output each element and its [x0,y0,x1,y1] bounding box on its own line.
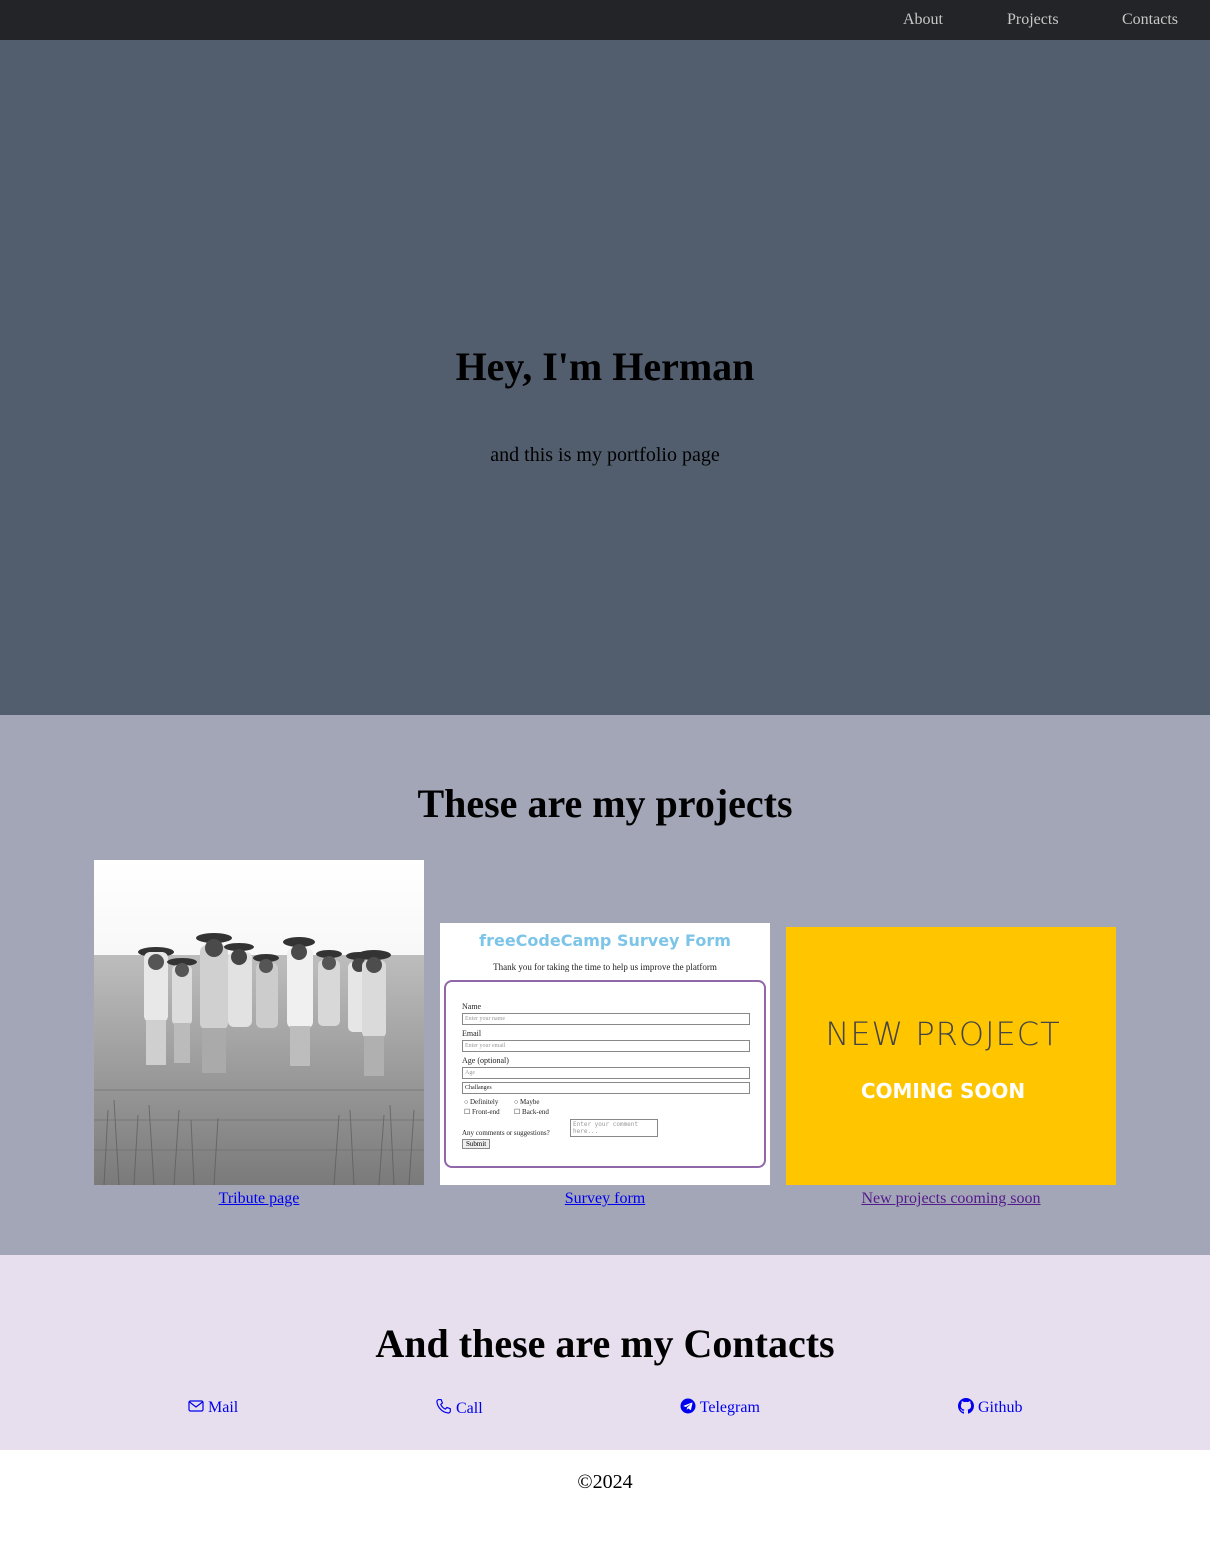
survey-preview-description: Thank you for taking the time to help us… [493,962,717,972]
nav-link-projects[interactable]: Projects [1007,11,1059,29]
survey-preview-radio-1-label: Definitely [469,1098,499,1106]
coming-soon-banner[interactable]: NEW PROJECT COMING SOON [786,927,1116,1185]
contact-link-telegram[interactable]: Telegram [680,1398,760,1418]
contact-link-github[interactable]: Github [958,1398,1022,1418]
contact-label-github: Github [978,1399,1023,1416]
projects-heading: These are my projects [417,781,793,826]
welcome-heading: Hey, I'm Herman [455,344,755,389]
survey-preview-submit: Submit [462,1139,491,1149]
survey-preview-age-label: Age (optional) [462,1056,509,1065]
survey-preview-form: Name Enter your name Email Enter your em… [444,980,766,1168]
coming-soon-line-2: COMING SOON [860,1079,1026,1103]
survey-preview-check-1: ☐ Front-end [464,1108,500,1116]
tile-link-coming-soon[interactable]: New projects cooming soon [786,1189,1116,1209]
contact-label-telegram: Telegram [699,1399,760,1416]
survey-preview-email-label: Email [462,1029,482,1038]
project-tile-survey[interactable]: freeCodeCamp Survey Form Thank you for t… [440,860,770,1210]
contacts-heading: And these are my Contacts [375,1321,835,1366]
contact-link-mail[interactable]: Mail [188,1398,238,1418]
survey-preview-check-2-label: Back-end [522,1108,549,1116]
footer: ©2024 [0,1450,1210,1543]
telegram-icon [680,1398,696,1416]
contact-label-call: Call [456,1400,483,1417]
survey-preview-radio-1: ○ Definitely [464,1098,499,1106]
welcome-subtitle: and this is my portfolio page [490,444,720,466]
nav-link-about[interactable]: About [903,11,943,29]
survey-preview-name-input: Enter your name [462,1013,750,1025]
envelope-icon [188,1399,204,1416]
contact-link-call[interactable]: Call [435,1398,483,1419]
welcome-section: Hey, I'm Herman and this is my portfolio… [0,40,1210,715]
tile-link-tribute[interactable]: Tribute page [94,1189,424,1209]
survey-preview-title: freeCodeCamp Survey Form [479,931,731,950]
survey-preview-radio-2-label: Maybe [519,1098,540,1106]
navbar: About Projects Contacts [0,0,1210,40]
copyright-text: ©2024 [577,1471,633,1493]
survey-preview-comments-label: Any comments or suggestions? [462,1129,550,1137]
project-tile-coming-soon[interactable]: NEW PROJECT COMING SOON New projects coo… [786,860,1116,1210]
survey-preview-name-label: Name [462,1002,482,1011]
survey-preview-check-2: ☐ Back-end [514,1108,549,1116]
contact-label-mail: Mail [208,1399,239,1416]
project-tile-tribute[interactable]: Tribute page [94,860,424,1210]
survey-preview-radio-2: ○ Maybe [514,1098,540,1106]
survey-preview-comments-area: Enter your comment here... [570,1119,658,1137]
survey-screenshot[interactable]: freeCodeCamp Survey Form Thank you for t… [440,923,770,1185]
survey-preview-check-1-label: Front-end [472,1108,500,1116]
phone-icon [435,1399,452,1417]
survey-preview-select: Challanges [462,1082,750,1094]
survey-preview-age-input: Age [462,1067,750,1079]
github-icon [958,1398,974,1416]
contacts-section: And these are my Contacts Mail Call Tele… [0,1255,1210,1450]
survey-preview-email-input: Enter your email [462,1040,750,1052]
nav-link-contacts[interactable]: Contacts [1122,11,1178,29]
coming-soon-line-1: NEW PROJECT [825,1015,1061,1053]
projects-section: These are my projects Tribute page freeC… [0,715,1210,1255]
tribute-photo[interactable] [94,860,424,1185]
tile-link-survey[interactable]: Survey form [440,1189,770,1209]
